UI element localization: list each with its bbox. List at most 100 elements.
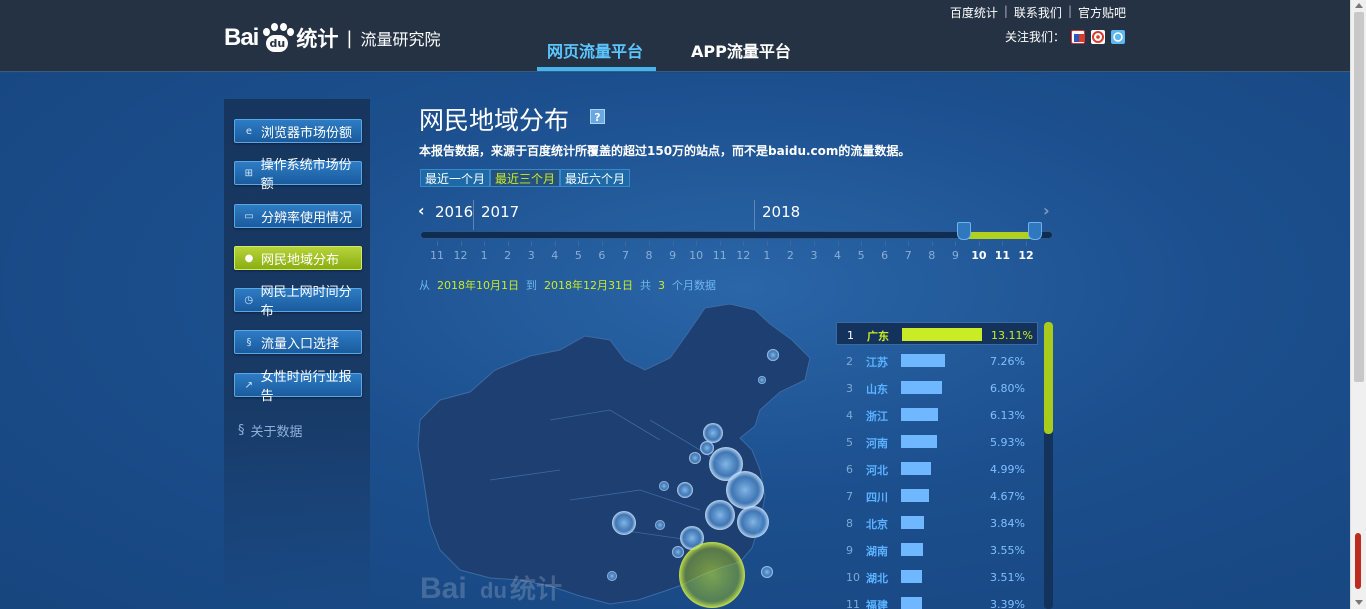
month-tick-label[interactable]: 2 xyxy=(778,249,802,262)
sidebar-item-browser-share[interactable]: e 浏览器市场份额 xyxy=(234,119,362,143)
month-tick-label[interactable]: 4 xyxy=(543,249,567,262)
province-name: 湖北 xyxy=(866,572,888,585)
province-name: 江苏 xyxy=(866,356,888,369)
month-tick-label[interactable]: 8 xyxy=(920,249,944,262)
month-tick-mark xyxy=(955,241,957,246)
ranking-row[interactable]: 3 山东 6.80% xyxy=(836,376,1038,399)
link-contact-us[interactable]: 联系我们 xyxy=(1014,4,1062,21)
ranking-row[interactable]: 7 四川 4.67% xyxy=(836,484,1038,507)
month-tick-label[interactable]: 4 xyxy=(826,249,850,262)
link-official-tieba[interactable]: 官方贴吧 xyxy=(1078,4,1126,21)
ranking-scrollbar-thumb[interactable] xyxy=(1044,322,1053,434)
month-tick-label[interactable]: 12 xyxy=(1014,249,1038,262)
month-tick-mark xyxy=(766,241,768,246)
month-tick-label[interactable]: 1 xyxy=(755,249,779,262)
ranking-row[interactable]: 10 湖北 3.51% xyxy=(836,565,1038,588)
sidebar-item-online-time[interactable]: ◷ 网民上网时间分布 xyxy=(234,285,362,319)
timeline-start-handle[interactable] xyxy=(957,222,971,240)
month-tick-label[interactable]: 5 xyxy=(566,249,590,262)
share-bar xyxy=(901,354,945,367)
baidu-tongji-logo[interactable]: Bai du 统计 | 流量研究院 xyxy=(224,16,440,60)
month-tick-label[interactable]: 12 xyxy=(449,249,473,262)
nav-web-traffic[interactable]: 网页流量平台 xyxy=(547,38,643,62)
nav-app-traffic[interactable]: APP流量平台 xyxy=(691,38,791,62)
sidebar-item-region[interactable]: ● 网民地域分布 xyxy=(234,246,362,270)
sidebar-item-resolution[interactable]: ▭ 分辨率使用情况 xyxy=(234,204,362,228)
sidebar-item-about-data[interactable]: § 关于数据 xyxy=(238,421,303,440)
sidebar-item-traffic-entry[interactable]: § 流量入口选择 xyxy=(234,330,362,354)
month-tick-label[interactable]: 11 xyxy=(990,249,1014,262)
tab-last-three-months[interactable]: 最近三个月 xyxy=(490,169,561,187)
month-tick-label[interactable]: 6 xyxy=(590,249,614,262)
ranking-row[interactable]: 1 广东 13.11% xyxy=(836,322,1038,345)
china-map[interactable]: Bai du 统计 xyxy=(400,300,830,609)
chart-icon: ↗ xyxy=(244,379,253,391)
ranking-row[interactable]: 5 河南 5.93% xyxy=(836,430,1038,453)
month-tick-mark xyxy=(908,241,910,246)
month-tick-label[interactable]: 12 xyxy=(731,249,755,262)
month-tick-label[interactable]: 3 xyxy=(519,249,543,262)
logo-institute: 流量研究院 xyxy=(360,30,441,49)
month-tick-label[interactable]: 6 xyxy=(873,249,897,262)
month-tick-label[interactable]: 9 xyxy=(943,249,967,262)
month-tick-label[interactable]: 10 xyxy=(967,249,991,262)
follow-us: 关注我们： xyxy=(1005,28,1126,45)
report-description: 本报告数据，来源于百度统计所覆盖的超过150万的站点，而不是baidu.com的… xyxy=(419,144,911,158)
month-tick-mark xyxy=(554,241,556,246)
page-scrollbar-thumb[interactable] xyxy=(1354,12,1364,382)
sidebar-item-fashion-report[interactable]: ↗ 女性时尚行业报告 xyxy=(234,370,362,404)
share-percent: 5.93% xyxy=(990,436,1025,449)
qzone-icon[interactable] xyxy=(1111,29,1126,44)
month-tick-label[interactable]: 2 xyxy=(496,249,520,262)
month-tick-mark xyxy=(837,241,839,246)
rank-number: 5 xyxy=(846,436,853,449)
timeline-end-handle[interactable] xyxy=(1028,222,1042,240)
timeline-next-icon[interactable]: › xyxy=(1043,201,1050,220)
month-tick-label[interactable]: 5 xyxy=(849,249,873,262)
range-tabs: 最近一个月 最近三个月 最近六个月 xyxy=(420,169,631,187)
share-bar xyxy=(901,570,922,583)
scroll-up-icon[interactable] xyxy=(1355,3,1363,8)
sidebar: e 浏览器市场份额 ⊞ 操作系统市场份额 ▭ 分辨率使用情况 ● 网民地域分布 … xyxy=(224,99,370,609)
date-summary: 从 2018年10月1日 到 2018年12月31日 共 3 个月数据 xyxy=(419,279,716,292)
sina-weibo-icon[interactable] xyxy=(1071,29,1086,44)
month-tick-mark xyxy=(649,241,651,246)
help-icon[interactable]: ? xyxy=(590,109,605,124)
month-tick-label[interactable]: 11 xyxy=(425,249,449,262)
link-baidu-tongji[interactable]: 百度统计 xyxy=(950,4,998,21)
rank-number: 8 xyxy=(846,517,853,530)
sidebar-item-os-share[interactable]: ⊞ 操作系统市场份额 xyxy=(234,158,362,192)
ranking-row[interactable]: 4 浙江 6.13% xyxy=(836,403,1038,426)
rank-number: 6 xyxy=(846,463,853,476)
rank-number: 11 xyxy=(846,598,860,609)
month-tick-label[interactable]: 8 xyxy=(637,249,661,262)
timeline-prev-icon[interactable]: ‹ xyxy=(418,201,425,220)
scroll-down-icon[interactable] xyxy=(1355,600,1363,605)
ranking-row[interactable]: 8 北京 3.84% xyxy=(836,511,1038,534)
month-tick-mark xyxy=(1002,241,1004,246)
ranking-row[interactable]: 9 湖南 3.55% xyxy=(836,538,1038,561)
month-tick-label[interactable]: 9 xyxy=(661,249,685,262)
ranking-row[interactable]: 6 河北 4.99% xyxy=(836,457,1038,480)
share-bar xyxy=(901,408,938,421)
month-tick-label[interactable]: 10 xyxy=(684,249,708,262)
month-tick-label[interactable]: 3 xyxy=(802,249,826,262)
tencent-weibo-icon[interactable] xyxy=(1091,29,1106,44)
ranking-row[interactable]: 2 江苏 7.26% xyxy=(836,349,1038,372)
year-2016: 2016 xyxy=(435,203,474,221)
month-tick-label[interactable]: 1 xyxy=(472,249,496,262)
month-tick-label[interactable]: 7 xyxy=(613,249,637,262)
ranking-row[interactable]: 11 福建 3.39% xyxy=(836,592,1038,609)
month-tick-mark xyxy=(437,241,438,246)
page-scrollbar[interactable] xyxy=(1350,0,1366,609)
tab-last-month[interactable]: 最近一个月 xyxy=(420,169,491,187)
year-2018: 2018 xyxy=(762,203,801,221)
province-name: 山东 xyxy=(866,383,888,396)
tab-last-six-months[interactable]: 最近六个月 xyxy=(560,169,631,187)
month-tick-label[interactable]: 7 xyxy=(896,249,920,262)
thermometer-widget[interactable] xyxy=(1355,533,1361,589)
month-tick-mark xyxy=(978,241,980,246)
month-count: 3 xyxy=(658,279,665,292)
month-tick-label[interactable]: 11 xyxy=(708,249,732,262)
month-tick-mark xyxy=(484,241,486,246)
